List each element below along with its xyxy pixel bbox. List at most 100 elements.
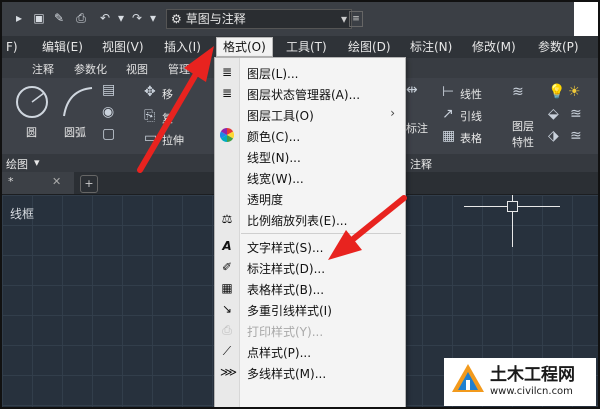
- menu-item-scale-list[interactable]: ⚖ 比例缩放列表(E)...: [215, 209, 405, 230]
- stretch-icon[interactable]: ▭: [144, 130, 157, 146]
- menu-modify[interactable]: 修改(M): [472, 39, 516, 55]
- menu-dimension[interactable]: 标注(N): [410, 39, 452, 55]
- point-style-icon: ⟋: [222, 344, 232, 358]
- customize-toolbar-icon[interactable]: ≡: [349, 11, 363, 27]
- menu-file[interactable]: F): [6, 39, 18, 55]
- linear-dim-icon[interactable]: ⊢: [442, 84, 454, 100]
- circle-label: 圆: [26, 126, 37, 139]
- menu-item-label: 多线样式(M)...: [247, 367, 327, 381]
- tab-manage[interactable]: 管理: [168, 61, 190, 77]
- layer-properties-icon[interactable]: ≋: [512, 84, 524, 100]
- menu-item-transparency[interactable]: 透明度: [215, 188, 405, 209]
- menu-item-label: 打印样式(Y)...: [247, 325, 324, 339]
- menu-item-lineweight[interactable]: 线宽(W)...: [215, 167, 405, 188]
- annotate-label: 标注: [406, 122, 428, 135]
- menu-format[interactable]: 格式(O): [216, 37, 273, 57]
- close-icon[interactable]: ✕: [52, 175, 61, 188]
- menu-item-label: 表格样式(B)...: [247, 283, 325, 297]
- layer-tool-3-icon[interactable]: ⬗: [548, 128, 559, 144]
- menu-item-layer[interactable]: ≣ 图层(L)...: [215, 62, 405, 83]
- plot-style-icon: ⎙: [222, 323, 232, 337]
- panel-draw-dropdown-icon[interactable]: ▾: [34, 156, 40, 169]
- tab-parametric[interactable]: 参数化: [74, 61, 107, 77]
- copy-label: 复: [162, 112, 173, 125]
- move-icon[interactable]: ✥: [144, 84, 156, 100]
- new-tab-icon[interactable]: +: [80, 175, 98, 193]
- undo-dropdown-icon[interactable]: ▾: [114, 11, 128, 25]
- menu-edit[interactable]: 编辑(E): [42, 39, 83, 55]
- layer-tool-2-icon[interactable]: ≊: [570, 106, 582, 122]
- crosshair-pickbox: [507, 201, 518, 212]
- text-style-icon: A: [222, 239, 232, 253]
- menu-item-layer-tools[interactable]: 图层工具(O) ›: [215, 104, 405, 125]
- menu-item-mline-style[interactable]: ⋙ 多线样式(M)...: [215, 362, 405, 383]
- menu-bar: F) 编辑(E) 视图(V) 插入(I) 格式(O) 工具(T) 绘图(D) 标…: [2, 36, 598, 58]
- panel-draw-title[interactable]: 绘图: [6, 156, 28, 172]
- menu-item-text-style[interactable]: A 文字样式(S)...: [215, 236, 405, 257]
- move-label: 移: [162, 88, 173, 101]
- panel-annotate-title[interactable]: 注释: [410, 156, 432, 172]
- watermark-logo-icon: [452, 364, 484, 392]
- redo-icon[interactable]: ↷: [130, 11, 144, 25]
- menu-insert[interactable]: 插入(I): [164, 39, 201, 55]
- circle-tool-icon[interactable]: [14, 84, 50, 120]
- gradient-icon[interactable]: ◉: [102, 104, 114, 120]
- print-icon[interactable]: ⎙: [74, 11, 88, 25]
- chevron-down-icon: ▾: [340, 12, 347, 26]
- file-tab-drawing[interactable]: * ✕: [2, 172, 74, 194]
- menu-tools[interactable]: 工具(T): [286, 39, 327, 55]
- menu-item-label: 线型(N)...: [247, 151, 301, 165]
- watermark: 土木工程网 www.civilcn.com: [444, 358, 596, 406]
- menu-item-point-style[interactable]: ⟋ 点样式(P)...: [215, 341, 405, 362]
- menu-item-label: 线宽(W)...: [247, 172, 304, 186]
- menu-item-dim-style[interactable]: ✐ 标注样式(D)...: [215, 257, 405, 278]
- menu-item-layer-state[interactable]: ≣ 图层状态管理器(A)...: [215, 83, 405, 104]
- dimension-icon[interactable]: ⇹: [406, 82, 418, 98]
- menu-item-table-style[interactable]: ▦ 表格样式(B)...: [215, 278, 405, 299]
- viewport-style-label[interactable]: 线框: [10, 205, 34, 222]
- menu-draw[interactable]: 绘图(D): [348, 39, 391, 55]
- lightbulb-icon[interactable]: 💡: [548, 84, 565, 100]
- layer-tool-icon[interactable]: ⬙: [548, 106, 559, 122]
- linear-label: 线性: [460, 88, 482, 101]
- menu-parametric[interactable]: 参数(P): [538, 39, 579, 55]
- menu-item-label: 图层(L)...: [247, 67, 299, 81]
- undo-icon[interactable]: ↶: [98, 11, 112, 25]
- menu-item-label: 点样式(P)...: [247, 346, 312, 360]
- leader-icon[interactable]: ↗: [442, 106, 454, 122]
- save-icon[interactable]: ▣: [32, 11, 46, 25]
- arc-label: 圆弧: [64, 126, 86, 139]
- menu-item-label: 图层状态管理器(A)...: [247, 88, 361, 102]
- menu-separator: [241, 233, 401, 234]
- menu-item-label: 图层工具(O): [247, 109, 314, 123]
- layer-icon: ≣: [221, 65, 233, 79]
- table-label: 表格: [460, 132, 482, 145]
- menu-view[interactable]: 视图(V): [102, 39, 144, 55]
- submenu-arrow-icon: ›: [390, 106, 395, 120]
- quick-access-toolbar: ▸ ▣ ✎ ⎙ ↶ ▾ ↷ ▾ ⚙ 草图与注释 ▾ ≡: [2, 2, 598, 36]
- menu-button-icon[interactable]: ▸: [12, 11, 26, 25]
- table-icon[interactable]: ▦: [442, 128, 455, 144]
- tab-view[interactable]: 视图: [126, 61, 148, 77]
- sun-icon[interactable]: ☀: [568, 84, 581, 100]
- layer-props-label-2: 特性: [512, 136, 534, 149]
- menu-item-label: 颜色(C)...: [247, 130, 301, 144]
- menu-item-linetype[interactable]: 线型(N)...: [215, 146, 405, 167]
- menu-item-color[interactable]: 颜色(C)...: [215, 125, 405, 146]
- arc-tool-icon[interactable]: [60, 84, 96, 120]
- redo-dropdown-icon[interactable]: ▾: [146, 11, 160, 25]
- menu-item-mleader-style[interactable]: ↘ 多重引线样式(I): [215, 299, 405, 320]
- menu-item-label: 标注样式(D)...: [247, 262, 326, 276]
- saveas-icon[interactable]: ✎: [52, 11, 66, 25]
- workspace-selector[interactable]: ⚙ 草图与注释 ▾: [166, 9, 352, 29]
- copy-icon[interactable]: ⎘: [144, 108, 155, 124]
- mleader-style-icon: ↘: [221, 302, 233, 316]
- stretch-label: 拉伸: [162, 134, 184, 147]
- tab-annotate[interactable]: 注释: [32, 61, 54, 77]
- format-menu: ≣ 图层(L)... ≣ 图层状态管理器(A)... 图层工具(O) › 颜色(…: [214, 57, 406, 407]
- hatch-icon[interactable]: ▤: [102, 82, 115, 98]
- boundary-icon[interactable]: ▢: [102, 126, 115, 142]
- title-right-area: [574, 2, 598, 36]
- menu-item-plot-style: ⎙ 打印样式(Y)...: [215, 320, 405, 341]
- layer-tool-4-icon[interactable]: ≊: [570, 128, 582, 144]
